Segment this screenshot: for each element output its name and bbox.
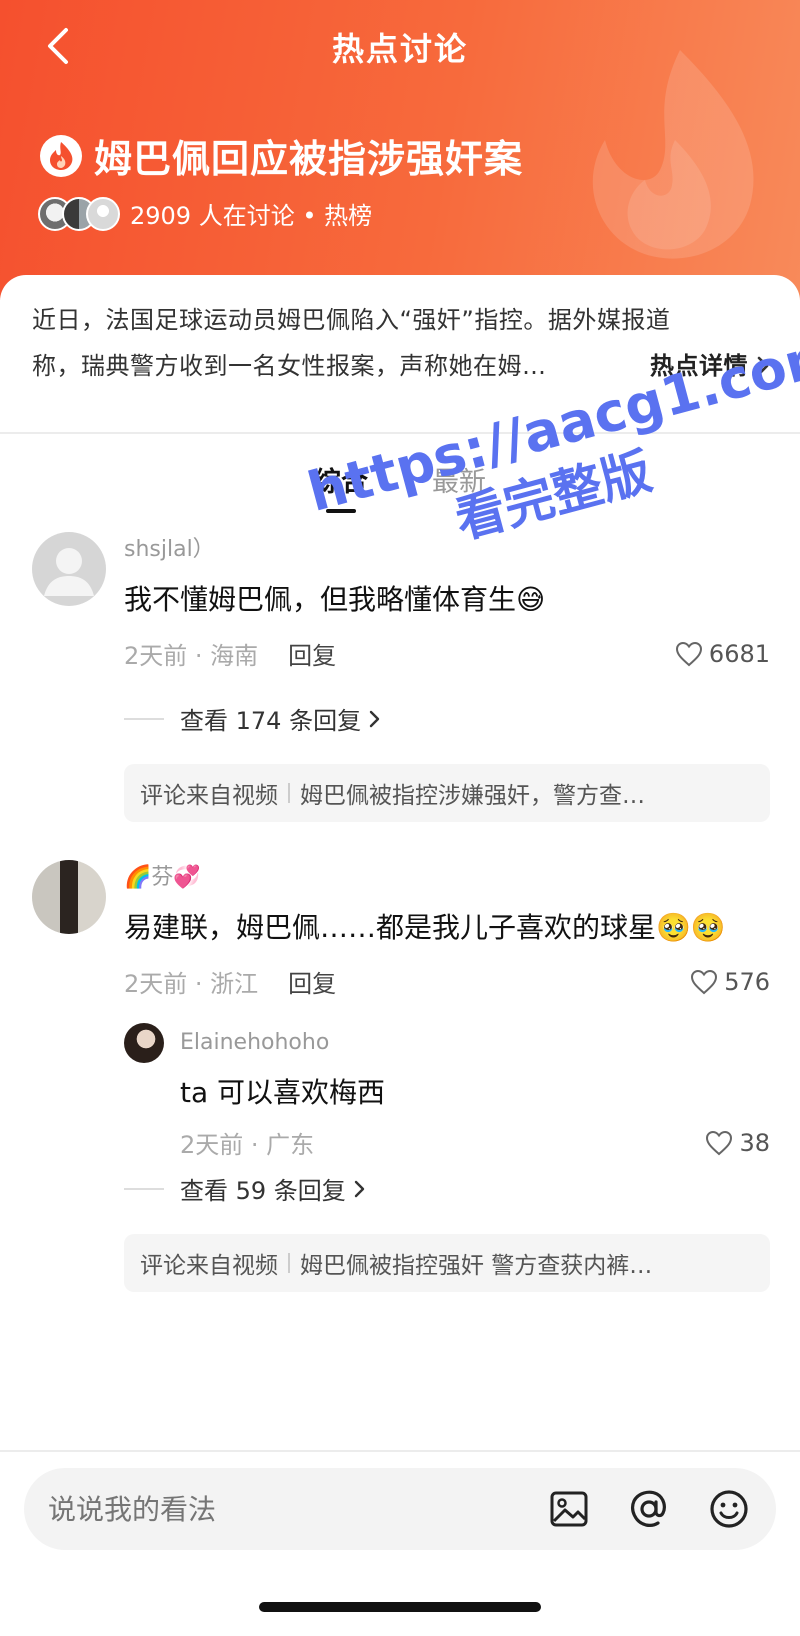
divider [0,1450,800,1452]
summary-line-2: 称，瑞典警方收到一名女性报案，声称她在姆… [32,352,547,380]
divider [124,1187,164,1190]
topic-header: 热点讨论 姆巴佩回应被指涉强奸案 2909 人在讨论 • 热榜 [0,0,800,300]
avatar[interactable] [32,860,106,934]
comment-text: 我不懂姆巴佩，但我略懂体育生😅 [124,583,546,616]
video-source-link[interactable]: 评论来自视频 姆巴佩被指控强奸 警方查获内裤… [124,1234,770,1292]
source-label: 评论来自视频 [140,1253,278,1279]
comment-time-location: 2天前 · 浙江 [124,970,259,998]
divider [288,1253,290,1273]
reply-text: ta 可以喜欢梅西 [180,1076,386,1109]
hot-detail-label: 热点详情 [650,352,748,380]
flame-decoration-icon [592,50,754,259]
emoji-button[interactable] [706,1486,752,1532]
view-replies-button[interactable]: 查看 174 条回复 [124,701,770,736]
heart-icon [691,969,718,994]
topic-summary-card: 近日，法国足球运动员姆巴佩陷入“强奸”指控。据外媒报道 称，瑞典警方收到一名女性… [0,275,800,433]
tab-comprehensive[interactable]: 综合 [314,460,368,513]
avatar[interactable] [124,1023,164,1063]
heart-icon [675,641,702,666]
view-replies-label: 查看 59 条回复 [180,1177,346,1205]
tab-latest[interactable]: 最新 [432,460,486,513]
sort-tabs: 综合 最新 [0,460,800,513]
like-button[interactable]: 6681 [675,640,770,668]
view-replies-button[interactable]: 查看 59 条回复 [124,1171,770,1206]
chevron-right-icon [757,356,769,376]
comment-input-bar [24,1468,776,1550]
hot-detail-link[interactable]: 热点详情 [650,343,772,389]
like-button[interactable]: 576 [690,968,770,996]
comment-time-location: 2天前 · 海南 [124,642,259,670]
view-replies-label: 查看 174 条回复 [180,707,362,735]
summary-line-1: 近日，法国足球运动员姆巴佩陷入“强奸”指控。据外媒报道 [32,306,671,334]
page-title: 热点讨论 [331,30,468,68]
comment-item: 🌈芬💞 易建联，姆巴佩……都是我儿子喜欢的球星🥹🥹 2天前 · 浙江 回复 57… [32,860,772,1420]
reply-item: Elainehohoho ta 可以喜欢梅西 2天前 · 广东 38 [124,1023,770,1159]
mention-button[interactable] [626,1486,672,1532]
chevron-right-icon [354,1180,364,1197]
topic-meta: 2909 人在讨论 • 热榜 [38,196,372,231]
comment-item: shsjlal） 我不懂姆巴佩，但我略懂体育生😅 2天前 · 海南 回复 668… [32,532,772,822]
image-icon [550,1491,588,1527]
divider [124,717,164,720]
comment-username[interactable]: shsjlal） [124,532,770,568]
chevron-right-icon [369,710,380,727]
reply-username[interactable]: Elainehohoho [180,1023,770,1063]
reply-button[interactable]: 回复 [288,636,336,671]
like-count: 38 [739,1128,770,1157]
home-indicator[interactable] [259,1602,541,1612]
at-icon [631,1490,666,1527]
source-title: 姆巴佩被指控涉嫌强奸，警方查… [300,783,645,809]
source-title: 姆巴佩被指控强奸 警方查获内裤… [300,1253,653,1279]
divider [0,432,800,434]
emoji-icon [710,1490,748,1528]
video-source-link[interactable]: 评论来自视频 姆巴佩被指控涉嫌强奸，警方查… [124,764,770,822]
image-button[interactable] [546,1486,592,1532]
reply-button[interactable]: 回复 [288,964,336,999]
default-user-icon [44,548,94,596]
hot-flame-icon [40,134,82,177]
participant-avatars [38,196,120,231]
like-button[interactable]: 38 [705,1129,770,1157]
avatar [86,196,120,231]
heart-icon [706,1130,733,1155]
comment-text: 易建联，姆巴佩……都是我儿子喜欢的球星🥹🥹 [124,911,726,944]
source-label: 评论来自视频 [140,783,278,809]
reply-time-location: 2天前 · 广东 [180,1131,315,1159]
avatar[interactable] [32,532,106,606]
like-count: 6681 [708,639,770,668]
topic-title: 姆巴佩回应被指涉强奸案 [94,137,524,181]
comment-username[interactable]: 🌈芬💞 [124,860,770,896]
comment-input[interactable] [48,1492,512,1526]
discussion-count: 2909 人在讨论 • 热榜 [130,202,373,230]
divider [288,783,290,803]
like-count: 576 [724,967,770,996]
topic-title-row: 姆巴佩回应被指涉强奸案 [40,128,523,183]
